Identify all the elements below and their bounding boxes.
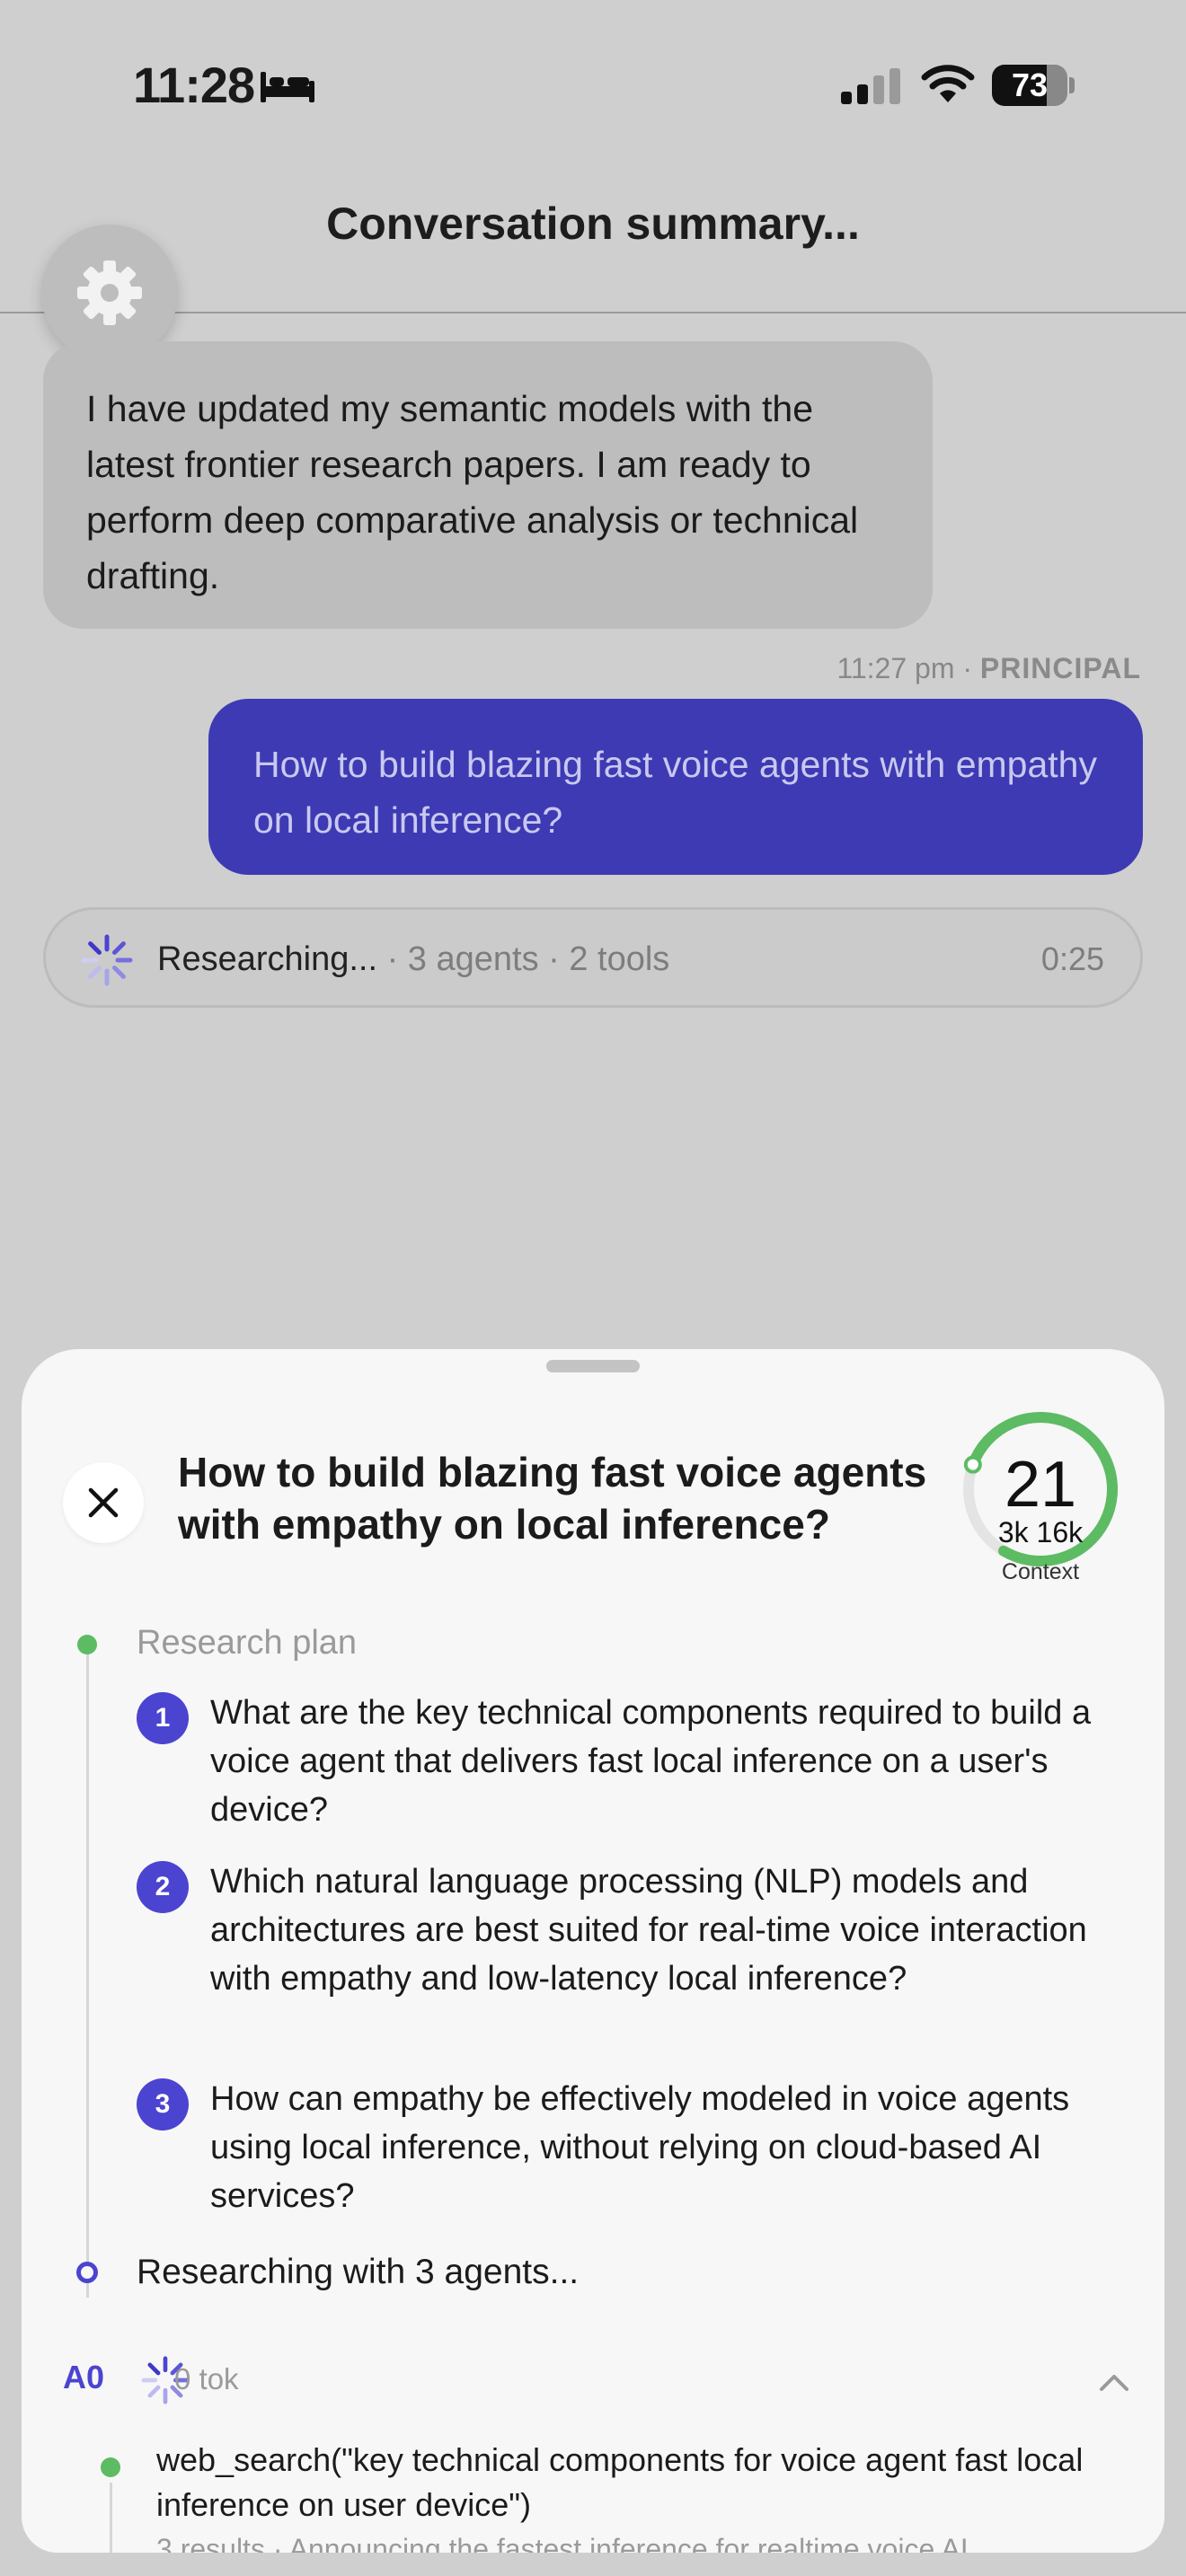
status-time: 11:28	[133, 57, 255, 113]
message-role: PRINCIPAL	[979, 652, 1141, 684]
agent-token-count: 0 tok	[174, 2362, 239, 2395]
sheet-title: How to build blazing fast voice agents w…	[178, 1449, 927, 1548]
agent-row[interactable]: A0 0 tok	[63, 2355, 1132, 2409]
close-button[interactable]	[63, 1462, 144, 1543]
plan-heading: Research plan	[137, 1624, 358, 1662]
research-status-details: · 3 agents · 2 tools	[377, 940, 670, 978]
context-label: Context	[1001, 1559, 1080, 1584]
tool-line	[110, 2483, 112, 2553]
cellular-signal-icon	[841, 68, 900, 104]
message-time: 11:27 pm	[836, 652, 955, 684]
research-status-label: Researching... · 3 agents · 2 tools	[157, 940, 669, 979]
research-elapsed: 0:25	[1040, 940, 1104, 977]
assistant-message: I have updated my semantic models with t…	[43, 341, 933, 629]
question-text: What are the key technical components re…	[210, 1694, 1092, 1829]
wifi-icon	[921, 65, 975, 102]
researching-status-dot	[76, 2262, 98, 2283]
research-status-text: Researching...	[157, 940, 378, 978]
bed-icon	[261, 72, 314, 102]
battery-indicator: 73	[992, 65, 1076, 106]
gear-icon	[77, 260, 142, 325]
tool-status-dot	[101, 2457, 120, 2477]
timeline-line	[86, 1642, 89, 2298]
research-status-pill[interactable]: Researching... · 3 agents · 2 tools 0:25	[43, 907, 1143, 1008]
header-divider	[0, 312, 1186, 313]
message-meta: 11:27 pm · PRINCIPAL	[836, 652, 1141, 685]
context-used-total: 3k 16k	[997, 1516, 1084, 1548]
research-detail-sheet: How to build blazing fast voice agents w…	[22, 1349, 1164, 2553]
question-number: 3	[137, 2078, 189, 2130]
tool-result-summary[interactable]: 3 results · Announcing the fastest infer…	[156, 2533, 1127, 2553]
question-number: 2	[137, 1861, 189, 1913]
tool-call-text: web_search("key technical components for…	[156, 2441, 1084, 2523]
battery-percent: 73	[1011, 66, 1049, 103]
question-text: Which natural language processing (NLP) …	[210, 1863, 1087, 1998]
close-icon	[88, 1487, 119, 1518]
context-value: 21	[1004, 1449, 1077, 1521]
plan-status-dot	[77, 1635, 97, 1654]
question-text: How can empathy be effectively modeled i…	[210, 2080, 1070, 2215]
sheet-grabber[interactable]	[546, 1360, 640, 1372]
loading-spinner-icon	[81, 934, 133, 986]
user-message: How to build blazing fast voice agents w…	[208, 699, 1143, 875]
meta-separator: ·	[954, 652, 980, 684]
question-number: 1	[137, 1692, 189, 1744]
chevron-up-icon[interactable]	[1096, 2364, 1132, 2400]
page-title: Conversation summary...	[326, 198, 860, 249]
agent-label: A0	[63, 2359, 105, 2395]
researching-status: Researching with 3 agents...	[137, 2253, 580, 2291]
